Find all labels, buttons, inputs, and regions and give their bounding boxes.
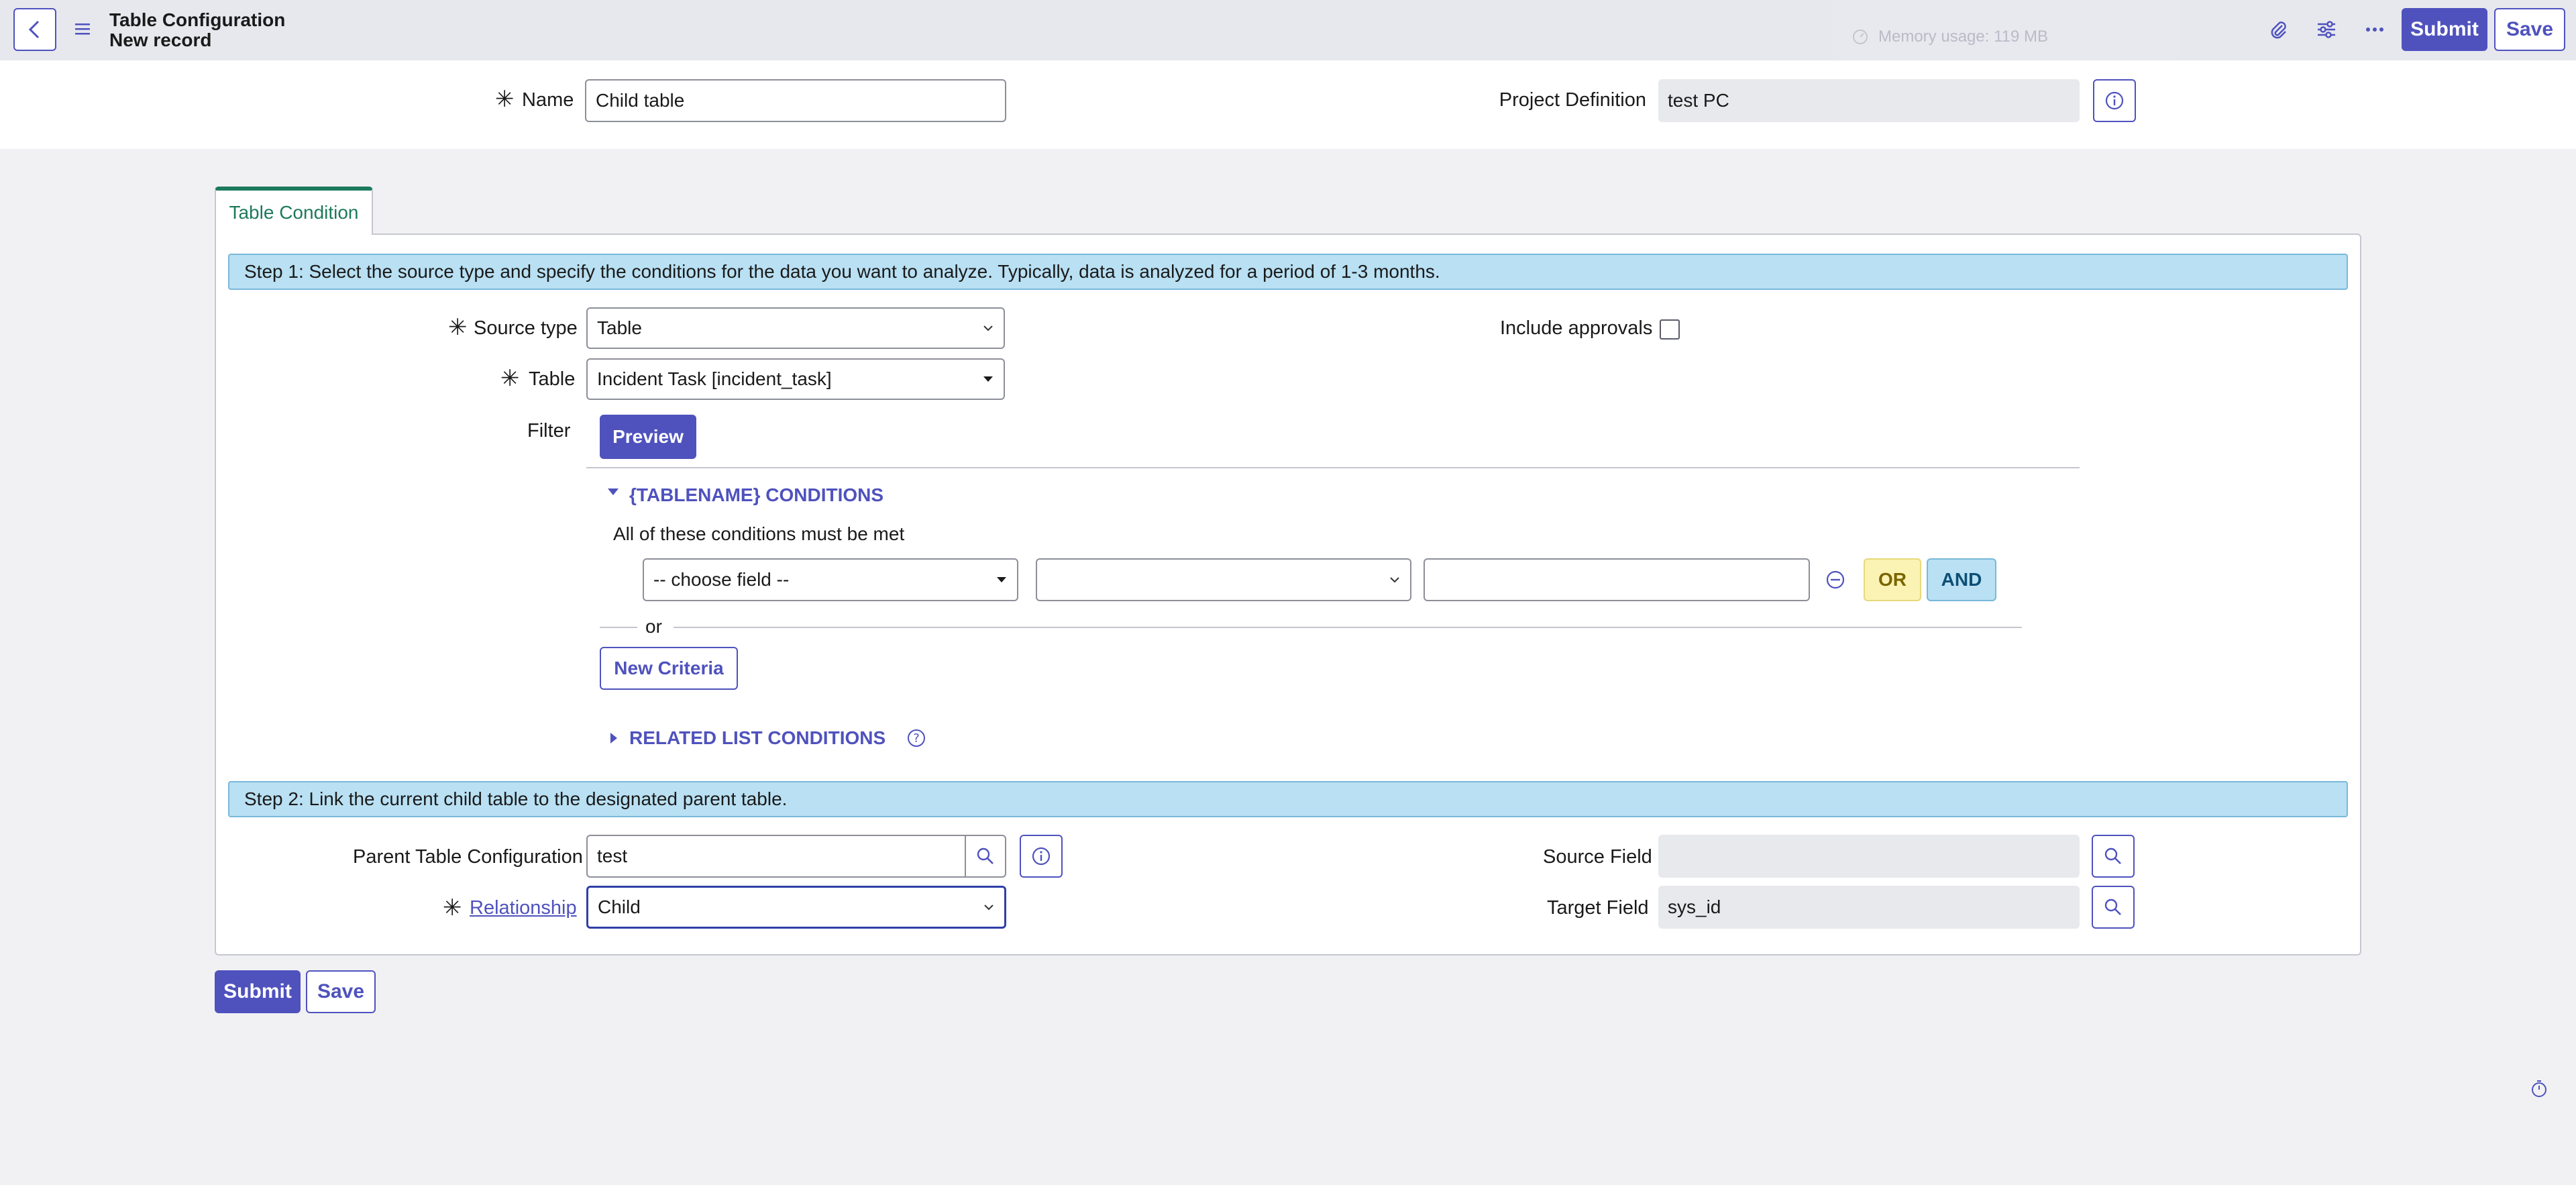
required-marker: ✳ [448, 315, 468, 340]
or-divider-text: or [645, 616, 662, 637]
header-submit-button[interactable]: Submit [2402, 8, 2487, 51]
chevron-down-icon [984, 905, 994, 911]
source-type-select[interactable]: Table [586, 307, 1005, 349]
condition-value-input[interactable] [1424, 558, 1810, 601]
step1-bar: Step 1: Select the source type and speci… [228, 254, 2348, 290]
table-select[interactable]: Incident Task [incident_task] [586, 358, 1005, 400]
menu-icon[interactable] [71, 17, 94, 40]
source-type-value: Table [597, 317, 642, 338]
page-subtitle: New record [109, 30, 212, 50]
target-field-search-button[interactable] [2092, 886, 2135, 929]
parent-table-input[interactable]: test [586, 835, 966, 878]
parent-table-search-button[interactable] [965, 835, 1006, 878]
source-field[interactable] [1658, 835, 2080, 878]
triangle-right-icon [610, 733, 617, 743]
relationship-value: Child [598, 896, 641, 917]
parent-table-info-button[interactable] [1020, 835, 1063, 878]
remove-condition-icon[interactable] [1825, 569, 1846, 594]
step2-bar: Step 2: Link the current child table to … [228, 781, 2348, 817]
help-icon[interactable]: ? [906, 727, 927, 752]
table-value: Incident Task [incident_task] [597, 368, 832, 389]
search-icon [977, 847, 994, 864]
related-list-toggle[interactable] [609, 731, 619, 748]
choose-field-select[interactable]: -- choose field -- [643, 558, 1018, 601]
footer-save-button[interactable]: Save [306, 970, 376, 1013]
name-input[interactable]: Child table [585, 79, 1006, 122]
app-header [0, 0, 2576, 60]
or-button[interactable]: OR [1864, 558, 1921, 601]
project-definition-field[interactable]: test PC [1658, 79, 2080, 122]
or-divider-right [674, 627, 2022, 628]
search-icon [2104, 898, 2121, 915]
caret-down-icon [997, 577, 1006, 582]
target-field[interactable]: sys_id [1658, 886, 2080, 929]
top-form-band [0, 60, 2576, 149]
page-title: Table Configuration [109, 9, 286, 30]
name-label: Name [522, 89, 574, 111]
conditions-header[interactable]: {TABLENAME} CONDITIONS [629, 484, 883, 506]
gauge-icon [1853, 30, 1868, 44]
caret-down-icon [983, 376, 993, 382]
header-save-button[interactable]: Save [2494, 8, 2565, 51]
project-definition-label: Project Definition [1499, 89, 1646, 111]
back-button[interactable] [13, 8, 56, 51]
related-list-conditions[interactable]: RELATED LIST CONDITIONS [629, 727, 885, 749]
relationship-select[interactable]: Child [586, 886, 1006, 929]
include-approvals-label: Include approvals [1500, 317, 1653, 339]
table-label: Table [529, 368, 576, 390]
attachment-icon[interactable] [2265, 16, 2292, 43]
chevron-down-icon [983, 325, 993, 331]
operator-select[interactable] [1036, 558, 1411, 601]
relationship-link[interactable]: Relationship [470, 897, 577, 919]
required-marker: ✳ [495, 87, 515, 112]
more-icon[interactable] [2361, 16, 2388, 43]
and-button[interactable]: AND [1927, 558, 1996, 601]
settings-sliders-icon[interactable] [2313, 16, 2340, 43]
footer-submit-button[interactable]: Submit [215, 970, 301, 1013]
svg-text:?: ? [913, 731, 920, 745]
include-approvals-checkbox[interactable] [1660, 319, 1680, 340]
info-icon [2105, 91, 2124, 110]
required-marker: ✳ [500, 366, 520, 391]
conditions-toggle[interactable] [606, 487, 620, 500]
parent-table-configuration-label: Parent Table Configuration [353, 846, 583, 868]
new-criteria-button[interactable]: New Criteria [600, 647, 738, 690]
info-icon [1032, 847, 1051, 866]
source-field-search-button[interactable] [2092, 835, 2135, 878]
source-field-label: Source Field [1543, 846, 1652, 868]
choose-field-value: -- choose field -- [653, 569, 790, 590]
memory-usage-text: Memory usage: 119 MB [1878, 28, 2048, 46]
tab-table-condition[interactable]: Table Condition [215, 187, 373, 235]
chevron-down-icon [1390, 577, 1399, 583]
back-icon [28, 20, 40, 39]
timer-icon[interactable] [2529, 1079, 2549, 1102]
filter-label: Filter [527, 420, 571, 442]
source-type-label: Source type [474, 317, 578, 339]
triangle-down-icon [608, 488, 619, 495]
filter-divider [586, 467, 2080, 468]
target-field-label: Target Field [1547, 897, 1649, 919]
project-info-button[interactable] [2093, 79, 2136, 122]
conditions-subtitle: All of these conditions must be met [613, 523, 905, 544]
preview-button[interactable]: Preview [600, 415, 696, 459]
search-icon [2104, 847, 2121, 864]
or-divider-left [600, 627, 637, 628]
required-marker: ✳ [443, 895, 462, 921]
